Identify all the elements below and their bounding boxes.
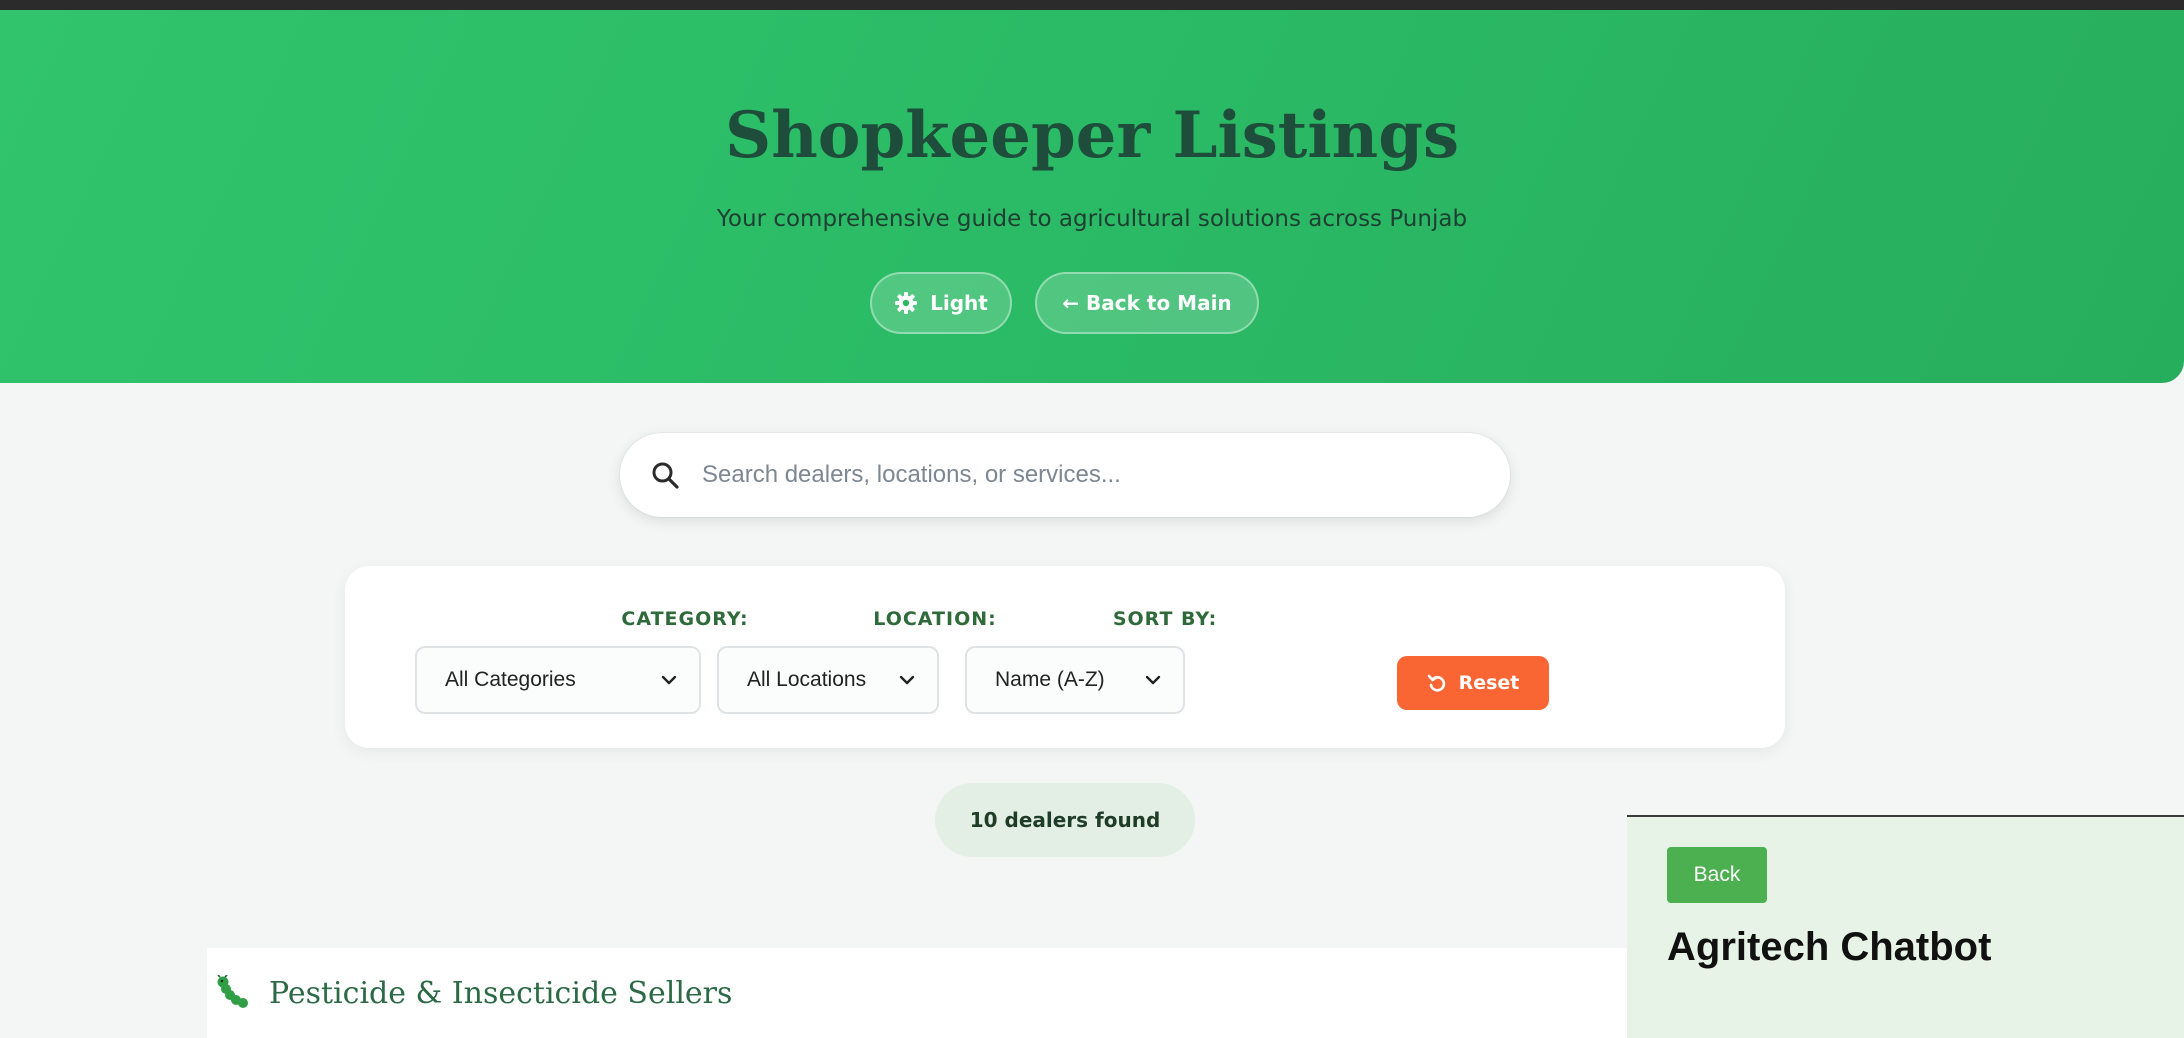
theme-toggle-button[interactable]: Light xyxy=(870,272,1012,334)
reset-button[interactable]: Reset xyxy=(1397,656,1549,710)
window-top-border xyxy=(0,0,2184,10)
category-label: CATEGORY: xyxy=(621,608,749,630)
hero-header: Shopkeeper Listings Your comprehensive g… xyxy=(0,10,2184,383)
sort-select-value: Name (A-Z) xyxy=(995,668,1105,691)
page-subtitle: Your comprehensive guide to agricultural… xyxy=(716,206,1468,232)
reset-label: Reset xyxy=(1458,672,1520,694)
category-section-heading: Pesticide & Insecticide Sellers xyxy=(207,948,1627,1038)
location-select[interactable]: All Locations xyxy=(717,646,939,714)
search-bar[interactable] xyxy=(620,433,1510,517)
section-title: Pesticide & Insecticide Sellers xyxy=(269,975,733,1011)
sort-by-label: SORT BY: xyxy=(1112,608,1218,630)
chevron-down-icon xyxy=(661,675,677,685)
filter-panel: CATEGORY: All Categories LOCATION: All L… xyxy=(345,566,1785,748)
back-to-main-button[interactable]: ← Back to Main xyxy=(1035,272,1259,334)
chatbot-title: Agritech Chatbot xyxy=(1667,925,1992,969)
chevron-down-icon xyxy=(1145,675,1161,685)
undo-icon xyxy=(1427,674,1445,692)
search-icon xyxy=(652,462,679,489)
category-select[interactable]: All Categories xyxy=(415,646,701,714)
location-select-value: All Locations xyxy=(747,668,867,691)
theme-toggle-label: Light xyxy=(930,291,988,315)
results-count-badge: 10 dealers found xyxy=(935,783,1195,857)
sort-select[interactable]: Name (A-Z) xyxy=(965,646,1185,714)
search-input[interactable] xyxy=(702,461,1482,489)
chatbot-back-button[interactable]: Back xyxy=(1667,847,1767,903)
caterpillar-icon xyxy=(217,975,248,1008)
page-title: Shopkeeper Listings xyxy=(725,98,1459,173)
gear-icon xyxy=(895,292,918,314)
category-select-value: All Categories xyxy=(445,668,576,691)
location-label: LOCATION: xyxy=(873,608,997,630)
chatbot-panel: Back Agritech Chatbot xyxy=(1627,815,2184,1038)
chevron-down-icon xyxy=(899,675,915,685)
